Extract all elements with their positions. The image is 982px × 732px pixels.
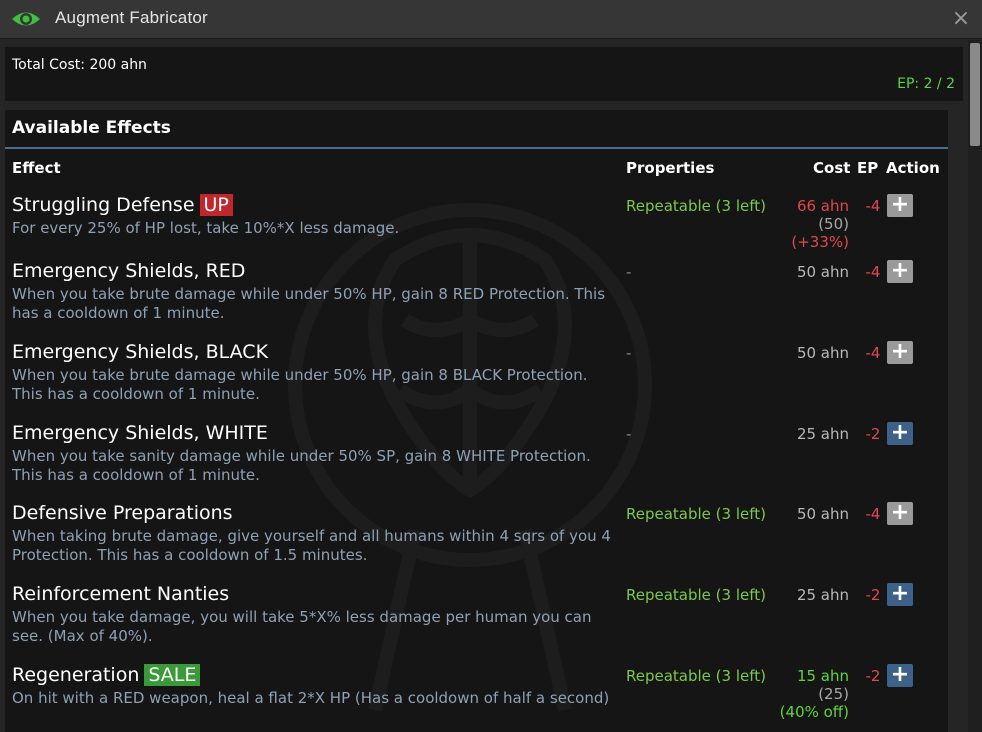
effect-name: Emergency Shields, BLACK bbox=[12, 341, 269, 363]
add-effect-button[interactable]: + bbox=[887, 422, 913, 445]
effect-cost: 25 ahn bbox=[797, 586, 849, 604]
effect-ep: -4 bbox=[865, 344, 881, 362]
column-header-properties: Properties bbox=[626, 159, 715, 177]
effect-ep: -4 bbox=[865, 263, 881, 281]
effect-properties: Repeatable (3 left) bbox=[626, 197, 766, 215]
cost-value: 50 ahn bbox=[796, 263, 849, 281]
cost-base: (50) bbox=[818, 215, 849, 233]
effect-description: On hit with a RED weapon, heal a flat 2*… bbox=[12, 689, 610, 707]
effect-description: When taking brute damage, give yourself … bbox=[12, 527, 611, 564]
column-header-effect: Effect bbox=[12, 159, 61, 177]
available-effects-panel: Available Effects Effect Properties Cost… bbox=[5, 110, 948, 732]
effect-name: Regeneration SALE bbox=[12, 664, 201, 686]
column-header-action: Action bbox=[886, 159, 940, 177]
effect-properties: - bbox=[626, 344, 632, 362]
effect-description: When you take sanity damage while under … bbox=[12, 447, 591, 484]
section-title: Available Effects bbox=[12, 118, 171, 138]
title-bar: Augment Fabricator × bbox=[0, 0, 982, 39]
sale-tag: SALE bbox=[144, 664, 201, 686]
column-header-ep: EP bbox=[857, 159, 879, 177]
effect-cost: 50 ahn bbox=[797, 505, 849, 523]
total-cost: Total Cost: 200 ahn bbox=[12, 57, 147, 73]
add-effect-button[interactable]: + bbox=[887, 194, 913, 217]
effect-description: When you take damage, you will take 5*X%… bbox=[12, 608, 592, 645]
add-effect-button[interactable]: + bbox=[887, 664, 913, 687]
cost-value: 50 ahn bbox=[796, 344, 849, 362]
effect-ep: -2 bbox=[865, 586, 881, 604]
add-effect-button[interactable]: + bbox=[887, 583, 913, 606]
effect-ep: -4 bbox=[865, 505, 881, 523]
effect-ep: -2 bbox=[865, 425, 881, 443]
effect-properties: Repeatable (3 left) bbox=[626, 586, 766, 604]
effect-cost: 25 ahn bbox=[797, 425, 849, 443]
effect-cost: 50 ahn bbox=[797, 263, 849, 281]
add-effect-button[interactable]: + bbox=[887, 260, 913, 283]
effect-cost: 50 ahn bbox=[797, 344, 849, 362]
ep-count: EP: 2 / 2 bbox=[897, 76, 955, 92]
cost-base: (25) bbox=[818, 685, 849, 703]
effect-name: Emergency Shields, RED bbox=[12, 260, 246, 282]
close-icon[interactable]: × bbox=[948, 6, 974, 32]
scrollbar-thumb[interactable] bbox=[970, 43, 980, 146]
cost-modifier: (40% off) bbox=[779, 703, 849, 721]
effect-description: For every 25% of HP lost, take 10%*X les… bbox=[12, 219, 400, 237]
eye-icon bbox=[12, 12, 40, 26]
effect-ep: -4 bbox=[865, 197, 881, 215]
effect-name: Defensive Preparations bbox=[12, 502, 233, 524]
effect-name: Emergency Shields, WHITE bbox=[12, 422, 268, 444]
effect-description: When you take brute damage while under 5… bbox=[12, 285, 606, 322]
effect-properties: Repeatable (3 left) bbox=[626, 505, 766, 523]
cost-value: 15 ahn bbox=[796, 667, 849, 685]
effect-name: Struggling Defense UP bbox=[12, 194, 233, 216]
effect-cost: 15 ahn (25) (40% off) bbox=[780, 667, 849, 721]
effect-properties: - bbox=[626, 263, 632, 281]
effect-cost: 66 ahn (50) (+33%) bbox=[791, 197, 849, 251]
add-effect-button[interactable]: + bbox=[887, 341, 913, 364]
cost-value: 66 ahn bbox=[796, 197, 849, 215]
effect-name: Reinforcement Nanties bbox=[12, 583, 230, 605]
effect-properties: - bbox=[626, 425, 632, 443]
section-divider bbox=[5, 147, 948, 149]
effect-properties: Repeatable (3 left) bbox=[626, 667, 766, 685]
upgrade-tag: UP bbox=[199, 194, 233, 216]
effect-ep: -2 bbox=[865, 667, 881, 685]
window-title: Augment Fabricator bbox=[55, 8, 208, 27]
cost-summary: Total Cost: 200 ahn EP: 2 / 2 bbox=[5, 47, 963, 101]
cost-modifier: (+33%) bbox=[791, 233, 849, 251]
add-effect-button[interactable]: + bbox=[887, 502, 913, 525]
column-header-cost: Cost bbox=[813, 159, 851, 177]
cost-value: 50 ahn bbox=[796, 505, 849, 523]
cost-value: 25 ahn bbox=[796, 586, 849, 604]
cost-value: 25 ahn bbox=[796, 425, 849, 443]
effect-description: When you take brute damage while under 5… bbox=[12, 366, 588, 403]
